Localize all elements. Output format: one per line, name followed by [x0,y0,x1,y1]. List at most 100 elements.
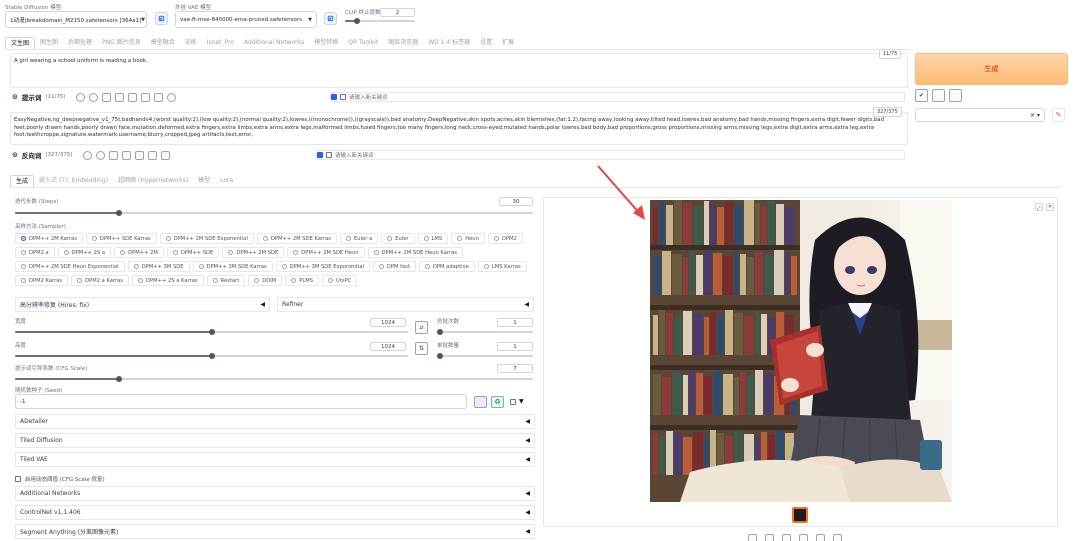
folder-icon[interactable] [748,534,757,541]
main-tab[interactable]: WD 1.4 标签器 [423,37,475,49]
sampler-option[interactable]: DPM fast [372,261,416,272]
main-tab[interactable]: 设置 [475,37,497,49]
refiner-accordion[interactable]: Refiner ◀ [277,297,534,312]
negative-keyword-checkbox-2[interactable] [326,152,332,158]
dice-icon[interactable] [474,396,487,408]
sampler-option[interactable]: LMS Karras [477,261,527,272]
trash-icon[interactable] [153,92,163,102]
accordion[interactable]: Tiled Diffusion ◀ [15,433,535,448]
collapse-triangle-icon[interactable]: ⊙ [12,93,18,101]
img2img-icon[interactable] [799,534,808,541]
sampler-option[interactable]: DPM++ 2M SDE Heun Exponential [15,261,125,272]
sampler-option[interactable]: UniPC [322,275,358,286]
copy-icon[interactable] [101,92,111,102]
model-select[interactable]: 1动漫|breakdomain_M2150.safetensors [364a1… [5,11,147,28]
trash-icon[interactable] [949,89,962,102]
save-icon[interactable] [140,92,150,102]
sampler-option[interactable]: Restart [206,275,246,286]
translate-icon[interactable] [75,92,85,102]
gallery-thumbnail[interactable] [792,507,808,523]
prompt-keyword-input[interactable]: 请输入新关键词 [330,92,905,102]
sub-tab[interactable]: 超网络 (Hypernetworks) [113,175,193,187]
trash-icon[interactable] [160,150,170,160]
sampler-option[interactable]: DPM adaptive [418,261,475,272]
main-tab[interactable]: Additional Networks [239,37,309,49]
settings-icon[interactable] [166,92,176,102]
refresh-model-button[interactable] [155,12,168,25]
extras-icon[interactable] [833,534,842,541]
sub-tab[interactable]: Lora [215,175,238,187]
cfg-input[interactable]: 7 [497,364,533,373]
sub-tab[interactable]: 生成 [10,174,35,188]
collapse-triangle-icon[interactable]: ⊙ [12,151,18,159]
sampler-option[interactable]: DPM2 a Karras [71,275,130,286]
main-tab[interactable]: 后期处理 [63,37,97,49]
random-icon[interactable] [127,92,137,102]
sub-tab[interactable]: 嵌入式 (T.I. Embedding) [34,175,113,187]
clipboard-icon[interactable] [932,89,945,102]
cfg-fix-checkbox[interactable] [15,476,21,482]
batch-size-input[interactable]: 1 [497,342,533,351]
main-tab[interactable]: QR Toolkit [343,37,383,49]
sampler-option[interactable]: DPM++ 2M SDE [222,247,285,258]
accordion[interactable]: Segment Anything (分离图像元素) ◀ [15,524,535,539]
fullscreen-icon[interactable]: ⤢ [1035,203,1043,211]
swap-dimensions-icon[interactable]: ⇄ [415,321,428,334]
main-tab[interactable]: PNG 图片信息 [97,37,146,49]
main-tab[interactable]: 文生图 [5,36,36,50]
accordion[interactable]: ADetailer ◀ [15,414,535,429]
prompt-textarea[interactable]: A girl wearing a school uniform is readi… [10,53,908,88]
seed-extra-checkbox[interactable] [510,398,516,405]
swap-icon[interactable] [88,92,98,102]
prompt-keyword-checkbox-2[interactable] [340,94,346,100]
sampler-option[interactable]: Euler a [340,233,379,244]
negative-keyword-checkbox[interactable] [317,152,323,158]
recycle-icon[interactable]: ♻ [491,396,504,408]
height-input[interactable]: 1024 [370,342,406,351]
save-icon[interactable] [765,534,774,541]
main-tab[interactable]: 模型融合 [146,37,180,49]
main-tab[interactable]: 扩展 [497,37,519,49]
edit-pencil-icon[interactable]: ✎ [1052,108,1065,122]
sampler-option[interactable]: DPM++ 2M SDE Heun [287,247,365,258]
refresh-vae-button[interactable] [324,12,337,25]
paste-icon[interactable] [121,150,131,160]
sampler-option[interactable]: DPM++ 2S a Karras [132,275,204,286]
accordion[interactable]: ControlNet v1.1.406 ◀ [15,505,535,520]
main-tab[interactable]: 图库浏览器 [383,37,423,49]
negative-prompt-textarea[interactable]: EasyNegative,ng_deepnegative_v1_75t,badh… [10,112,908,145]
aspect-arrows-icon[interactable]: ⇅ [415,342,428,355]
sampler-option[interactable]: DPM++ 3M SDE Exponential [275,261,370,272]
main-tab[interactable]: 训练 [180,37,202,49]
main-tab[interactable]: 模型转换 [309,37,343,49]
random-icon[interactable] [134,150,144,160]
vae-select[interactable]: vae-ft-mse-840000-ema-pruned.safetensors… [175,11,317,28]
negative-keyword-input[interactable]: 请输入新关键词 [316,150,905,160]
sampler-option[interactable]: Euler [381,233,415,244]
sampler-option[interactable]: DPM++ 2M SDE Exponential [159,233,254,244]
paste-icon[interactable] [114,92,124,102]
sampler-option[interactable]: DPM2 Karras [15,275,69,286]
sampler-option[interactable]: Heun [451,233,485,244]
save-icon[interactable] [147,150,157,160]
sampler-option[interactable]: DPM++ 2M SDE Karras [256,233,338,244]
copy-icon[interactable] [108,150,118,160]
zip-icon[interactable] [782,534,791,541]
sampler-option[interactable]: LMS [417,233,449,244]
clip-input[interactable]: 2 [380,8,415,17]
sub-tab[interactable]: 模型 [193,175,215,187]
sampler-option[interactable]: DPM++ 2M [114,247,164,258]
steps-input[interactable]: 30 [499,197,533,206]
main-tab[interactable]: Isnet_Pro [202,37,239,49]
accordion[interactable]: Additional Networks ◀ [15,486,535,501]
width-input[interactable]: 1024 [370,318,406,327]
sampler-option[interactable]: DPM2 a [15,247,55,258]
style-select[interactable]: ✕ ▾ [915,108,1045,122]
sampler-option[interactable]: DPM++ 2S a [57,247,112,258]
main-tab[interactable]: 图生图 [35,37,63,49]
sampler-option[interactable]: DPM++ 3M SDE [127,261,190,272]
triangle-down-icon[interactable]: ▼ [519,398,524,405]
sampler-option[interactable]: DPM++ 2M Karras [15,233,83,244]
sampler-option[interactable]: DPM++ 2M SDE Heun Karras [367,247,463,258]
sampler-option[interactable]: DPM++ SDE [166,247,220,258]
